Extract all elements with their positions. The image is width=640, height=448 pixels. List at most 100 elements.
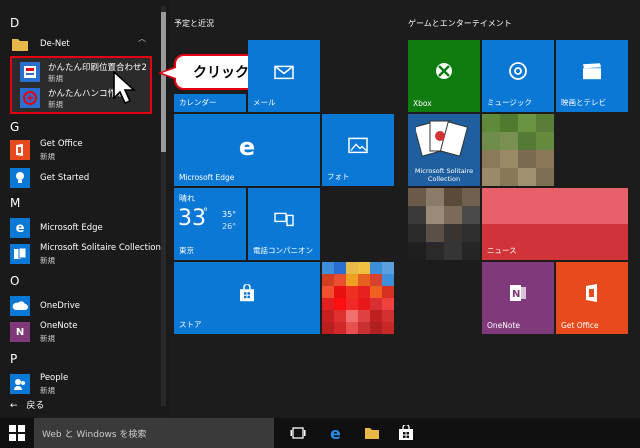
app-name: Get Started: [40, 173, 90, 183]
app-name: Microsoft Edge: [40, 223, 103, 233]
start-button[interactable]: [0, 418, 34, 448]
tile-photos[interactable]: フォト: [322, 114, 394, 186]
app-list: D De-Net ︿ かんたん印刷位置合わせ2 新規 かんたんハンコ作成 新規: [0, 0, 170, 418]
cards-icon: [10, 244, 30, 264]
new-label: 新規: [48, 100, 63, 109]
search-placeholder: Web と Windows を検索: [42, 430, 147, 440]
news-image: [482, 188, 628, 224]
new-label: 新規: [40, 386, 55, 395]
new-label: 新規: [40, 152, 55, 161]
section-letter-o[interactable]: O: [10, 274, 19, 288]
office-icon: [10, 140, 30, 160]
start-menu: D De-Net ︿ かんたん印刷位置合わせ2 新規 かんたんハンコ作成 新規: [0, 0, 640, 448]
tile-label: Xbox: [413, 99, 432, 108]
chevron-up-icon[interactable]: ︿: [138, 33, 146, 44]
new-label: 新規: [48, 74, 63, 83]
weather-high: 35°: [222, 210, 237, 219]
playing-cards-icon: [416, 120, 469, 157]
hanko-icon: [20, 88, 40, 108]
scrollbar-thumb[interactable]: [161, 12, 166, 152]
cloud-icon: [10, 296, 30, 316]
mosaic-picture: [322, 262, 394, 334]
xbox-icon: [434, 61, 454, 86]
kantan-print-icon: [20, 62, 40, 82]
tile-weather[interactable]: 晴れ 33 ° 35° 26° 東京: [174, 188, 246, 260]
mail-icon: [274, 63, 294, 84]
onenote-icon: N: [508, 283, 528, 308]
tile-get-office[interactable]: Get Office: [556, 262, 628, 334]
tile-groove-music[interactable]: ミュージック: [482, 40, 554, 112]
search-box[interactable]: Web と Windows を検索: [34, 418, 274, 448]
back-label: 戻る: [26, 401, 45, 411]
app-microsoft-edge[interactable]: e Microsoft Edge: [0, 214, 160, 242]
app-name: Get Office: [40, 139, 83, 149]
tile-onenote[interactable]: N OneNote: [482, 262, 554, 334]
folder-icon: [10, 34, 30, 54]
tile-solitaire[interactable]: Microsoft Solitaire Collection: [408, 114, 480, 186]
edge-taskbar-icon[interactable]: e: [328, 425, 344, 441]
tile-mail[interactable]: メール: [248, 40, 320, 112]
tile-calendar[interactable]: カレンダー: [174, 94, 246, 112]
edge-icon: e: [10, 218, 30, 238]
tile-microsoft-edge[interactable]: e Microsoft Edge: [174, 114, 320, 186]
tile-movies-tv[interactable]: 映画とテレビ: [556, 40, 628, 112]
phone-companion-icon: [274, 211, 294, 232]
weather-temp: 33: [178, 206, 206, 231]
tile-news[interactable]: ニュース: [482, 188, 628, 260]
office-icon: [582, 283, 602, 308]
section-letter-d[interactable]: D: [10, 16, 19, 30]
weather-degree: °: [203, 207, 208, 218]
app-name: De-Net: [40, 39, 70, 49]
tile-label: Microsoft Solitaire Collection: [414, 167, 474, 183]
tile-label: ニュース: [487, 246, 517, 255]
section-letter-p[interactable]: P: [10, 352, 17, 366]
app-name: OneNote: [40, 321, 78, 331]
blurred-picture: [408, 188, 480, 260]
tile-blurred-image[interactable]: [408, 188, 480, 260]
section-letter-g[interactable]: G: [10, 120, 19, 134]
svg-text:N: N: [512, 289, 520, 300]
tile-label: Get Office: [561, 321, 599, 330]
app-get-started[interactable]: Get Started: [0, 164, 160, 192]
app-get-office[interactable]: Get Office 新規: [0, 136, 160, 164]
tile-mosaic-image[interactable]: [322, 262, 394, 334]
arrow-left-icon: ←: [10, 401, 18, 411]
music-disc-icon: [508, 61, 528, 86]
tile-label: ミュージック: [487, 98, 532, 107]
tile-minecraft-blurred[interactable]: [482, 114, 554, 186]
callout-tail-inner: [162, 68, 176, 78]
app-onenote[interactable]: N OneNote 新規: [0, 318, 160, 346]
tile-label: メール: [253, 98, 276, 107]
new-label: 新規: [40, 334, 55, 343]
app-onedrive[interactable]: OneDrive: [0, 292, 160, 320]
tile-store[interactable]: ストア: [174, 262, 320, 334]
app-solitaire[interactable]: Microsoft Solitaire Collection 新規: [0, 240, 161, 268]
blurred-game-picture: [482, 114, 554, 186]
edge-icon: e: [238, 133, 256, 162]
group-title-left[interactable]: 予定と近況: [174, 18, 214, 29]
tile-label: ストア: [179, 320, 202, 329]
tile-label: カレンダー: [179, 98, 217, 107]
tile-label: フォト: [327, 172, 350, 181]
task-view-icon[interactable]: [290, 425, 306, 441]
app-name: OneDrive: [40, 301, 80, 311]
clapperboard-icon: [582, 62, 602, 85]
group-title-right[interactable]: ゲームとエンターテイメント: [408, 18, 512, 29]
file-explorer-icon[interactable]: [364, 425, 380, 441]
app-de-net[interactable]: De-Net ︿: [0, 30, 160, 58]
weather-city: 東京: [179, 246, 194, 255]
people-icon: [10, 374, 30, 394]
store-taskbar-icon[interactable]: [398, 425, 414, 441]
back-button[interactable]: ← 戻る: [10, 398, 44, 411]
windows-logo-icon: [9, 425, 25, 441]
tile-label: OneNote: [487, 321, 521, 330]
tile-phone-companion[interactable]: 電話コンパニオン: [248, 188, 320, 260]
photo-icon: [348, 137, 368, 158]
app-people[interactable]: People 新規: [0, 370, 160, 398]
tile-label: 映画とテレビ: [561, 98, 606, 107]
tile-xbox[interactable]: Xbox: [408, 40, 480, 112]
tile-label: 電話コンパニオン: [253, 246, 313, 255]
section-letter-m[interactable]: M: [10, 196, 20, 210]
weather-condition: 晴れ: [179, 194, 195, 203]
lightbulb-icon: [10, 168, 30, 188]
